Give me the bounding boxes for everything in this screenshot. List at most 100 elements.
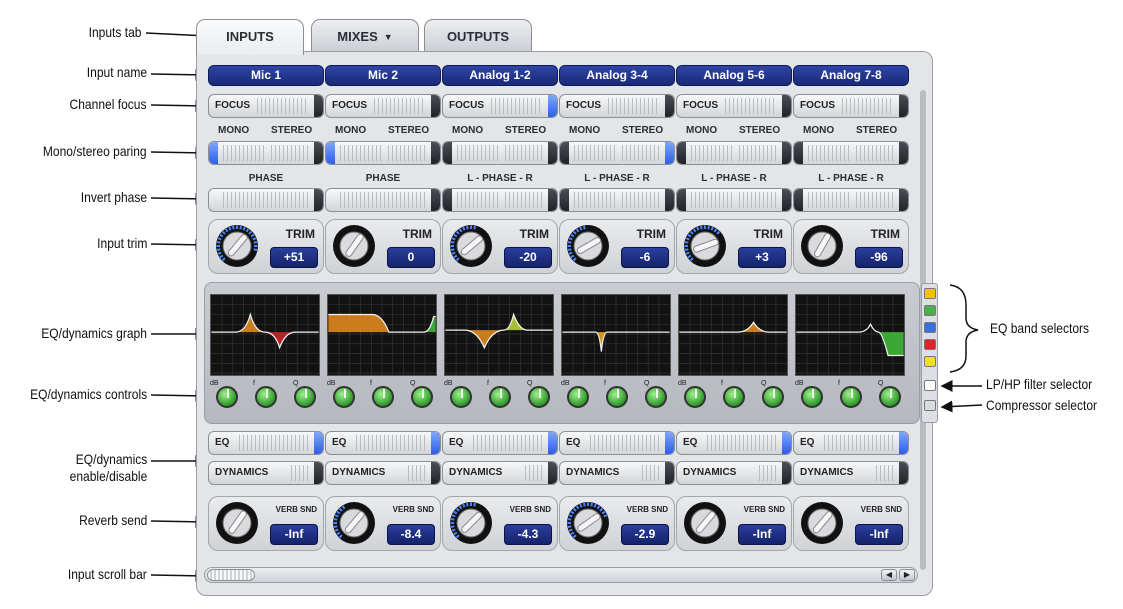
- reverb-value[interactable]: -4.3: [504, 524, 552, 545]
- eq-dynamics-graph[interactable]: [444, 294, 554, 376]
- eq-band-selector-1[interactable]: [924, 288, 936, 299]
- eq-dynamics-graph[interactable]: [327, 294, 437, 376]
- mono-stereo-switch[interactable]: [793, 141, 909, 165]
- trim-value[interactable]: 0: [387, 247, 435, 268]
- invert-phase-button[interactable]: [559, 188, 675, 212]
- mono-stereo-switch[interactable]: [559, 141, 675, 165]
- scroll-thumb[interactable]: [207, 569, 255, 581]
- eq-gain-knob[interactable]: [684, 386, 706, 408]
- eq-frequency-knob[interactable]: [489, 386, 511, 408]
- input-name[interactable]: Analog 5-6: [676, 65, 792, 86]
- dynamics-enable-button[interactable]: DYNAMICS: [676, 461, 792, 485]
- invert-phase-button[interactable]: [325, 188, 441, 212]
- channel-focus-button[interactable]: FOCUS: [325, 94, 441, 118]
- eq-q-knob[interactable]: [645, 386, 667, 408]
- eq-band-selector-5[interactable]: [924, 356, 936, 367]
- dynamics-enable-button[interactable]: DYNAMICS: [793, 461, 909, 485]
- reverb-knob[interactable]: [799, 500, 845, 546]
- reverb-knob[interactable]: [682, 500, 728, 546]
- lp-hp-filter-selector[interactable]: [924, 380, 936, 391]
- reverb-knob[interactable]: [214, 500, 260, 546]
- eq-q-knob[interactable]: [411, 386, 433, 408]
- eq-gain-knob[interactable]: [216, 386, 238, 408]
- input-scroll-bar[interactable]: ◀ ▶: [204, 567, 918, 583]
- reverb-value[interactable]: -2.9: [621, 524, 669, 545]
- scroll-right-button[interactable]: ▶: [899, 569, 915, 581]
- eq-gain-knob[interactable]: [450, 386, 472, 408]
- reverb-value[interactable]: -8.4: [387, 524, 435, 545]
- reverb-knob[interactable]: [331, 500, 377, 546]
- input-name[interactable]: Analog 7-8: [793, 65, 909, 86]
- eq-enable-button[interactable]: EQ: [676, 431, 792, 455]
- eq-dynamics-graph[interactable]: [561, 294, 671, 376]
- invert-phase-button[interactable]: [793, 188, 909, 212]
- trim-value[interactable]: -96: [855, 247, 903, 268]
- eq-band-selector-3[interactable]: [924, 322, 936, 333]
- mono-stereo-switch[interactable]: [442, 141, 558, 165]
- dynamics-enable-button[interactable]: DYNAMICS: [442, 461, 558, 485]
- trim-knob[interactable]: [331, 223, 377, 269]
- reverb-knob[interactable]: [448, 500, 494, 546]
- eq-q-knob[interactable]: [528, 386, 550, 408]
- input-name[interactable]: Mic 1: [208, 65, 324, 86]
- trim-knob[interactable]: [448, 223, 494, 269]
- eq-q-knob[interactable]: [879, 386, 901, 408]
- mono-stereo-switch[interactable]: [208, 141, 324, 165]
- eq-frequency-knob[interactable]: [606, 386, 628, 408]
- eq-dynamics-graph[interactable]: [795, 294, 905, 376]
- eq-q-knob[interactable]: [762, 386, 784, 408]
- eq-dynamics-graph[interactable]: [678, 294, 788, 376]
- eq-enable-button[interactable]: EQ: [208, 431, 324, 455]
- channel-focus-button[interactable]: FOCUS: [208, 94, 324, 118]
- invert-phase-button[interactable]: [676, 188, 792, 212]
- eq-enable-button[interactable]: EQ: [442, 431, 558, 455]
- invert-phase-button[interactable]: [442, 188, 558, 212]
- invert-phase-button[interactable]: [208, 188, 324, 212]
- eq-band-selector-2[interactable]: [924, 305, 936, 316]
- eq-gain-knob[interactable]: [333, 386, 355, 408]
- dynamics-enable-button[interactable]: DYNAMICS: [208, 461, 324, 485]
- eq-frequency-knob[interactable]: [723, 386, 745, 408]
- stereo-label: STEREO: [739, 125, 781, 136]
- eq-frequency-knob[interactable]: [372, 386, 394, 408]
- input-name[interactable]: Mic 2: [325, 65, 441, 86]
- trim-value[interactable]: -20: [504, 247, 552, 268]
- channel-focus-button[interactable]: FOCUS: [793, 94, 909, 118]
- eq-gain-knob[interactable]: [801, 386, 823, 408]
- channel-focus-button[interactable]: FOCUS: [676, 94, 792, 118]
- trim-knob[interactable]: [799, 223, 845, 269]
- mono-label: MONO: [335, 125, 367, 136]
- tab-inputs[interactable]: INPUTS: [196, 19, 304, 55]
- eq-enable-button[interactable]: EQ: [559, 431, 675, 455]
- tab-outputs[interactable]: OUTPUTS: [424, 19, 532, 53]
- input-name[interactable]: Analog 1-2: [442, 65, 558, 86]
- tab-mixes[interactable]: MIXES ▼: [311, 19, 419, 53]
- eq-gain-knob[interactable]: [567, 386, 589, 408]
- eq-enable-button[interactable]: EQ: [325, 431, 441, 455]
- trim-knob[interactable]: [565, 223, 611, 269]
- input-name[interactable]: Analog 3-4: [559, 65, 675, 86]
- channel-focus-button[interactable]: FOCUS: [559, 94, 675, 118]
- eq-q-knob[interactable]: [294, 386, 316, 408]
- dynamics-enable-button[interactable]: DYNAMICS: [559, 461, 675, 485]
- scroll-left-button[interactable]: ◀: [881, 569, 897, 581]
- trim-value[interactable]: +3: [738, 247, 786, 268]
- reverb-value[interactable]: -Inf: [855, 524, 903, 545]
- reverb-knob[interactable]: [565, 500, 611, 546]
- channel-focus-button[interactable]: FOCUS: [442, 94, 558, 118]
- compressor-selector[interactable]: [924, 400, 936, 411]
- mono-stereo-switch[interactable]: [676, 141, 792, 165]
- eq-band-selector-4[interactable]: [924, 339, 936, 350]
- trim-knob[interactable]: [214, 223, 260, 269]
- trim-knob[interactable]: [682, 223, 728, 269]
- eq-frequency-knob[interactable]: [840, 386, 862, 408]
- eq-dynamics-graph[interactable]: [210, 294, 320, 376]
- eq-frequency-knob[interactable]: [255, 386, 277, 408]
- eq-enable-button[interactable]: EQ: [793, 431, 909, 455]
- mono-stereo-switch[interactable]: [325, 141, 441, 165]
- trim-value[interactable]: +51: [270, 247, 318, 268]
- dynamics-enable-button[interactable]: DYNAMICS: [325, 461, 441, 485]
- reverb-value[interactable]: -Inf: [738, 524, 786, 545]
- trim-value[interactable]: -6: [621, 247, 669, 268]
- reverb-value[interactable]: -Inf: [270, 524, 318, 545]
